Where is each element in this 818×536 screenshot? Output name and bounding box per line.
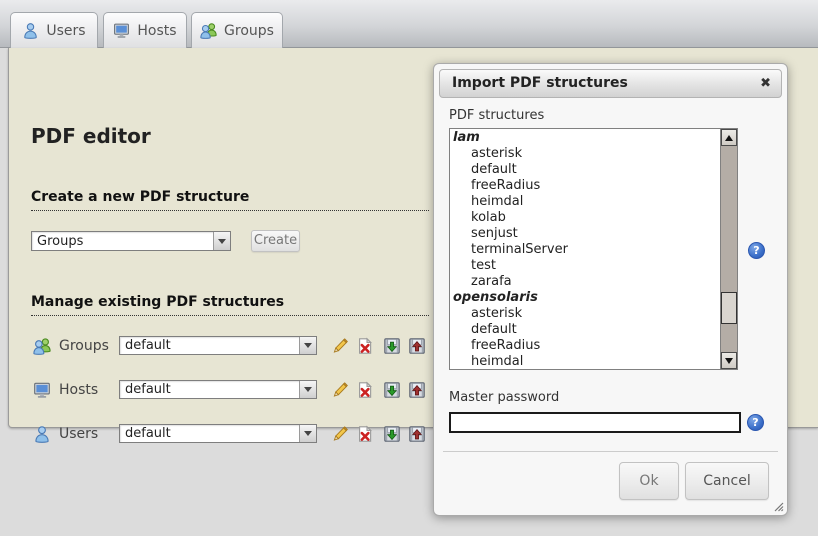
group-icon [200,22,217,39]
page-title: PDF editor [31,124,151,148]
list-item[interactable]: heimdal [450,354,720,370]
export-icon[interactable] [383,425,401,443]
tab-hosts-label: Hosts [137,23,176,39]
host-icon [33,381,51,399]
hosts-structure-value: default [120,382,171,397]
ok-button[interactable]: Ok [619,462,679,500]
chevron-down-icon [299,425,316,442]
pdf-structures-label: PDF structures [449,108,544,123]
list-item[interactable]: default [450,162,720,178]
triangle-up-icon [725,135,733,141]
list-item[interactable]: asterisk [450,306,720,322]
scroll-up-button[interactable] [721,129,737,146]
list-item[interactable]: terminalServer [450,242,720,258]
edit-icon[interactable] [331,425,349,443]
tab-bar: Users Hosts Groups [0,0,818,48]
list-item[interactable]: default [450,322,720,338]
user-icon [33,425,51,443]
delete-icon[interactable] [356,337,374,355]
manage-section-heading: Manage existing PDF structures [31,294,429,316]
list-item[interactable]: heimdal [450,194,720,210]
new-structure-type-select[interactable]: Groups [31,231,231,251]
users-structure-select[interactable]: default [119,424,317,443]
chevron-down-icon [299,381,316,398]
dialog-title: Import PDF structures [452,70,628,97]
delete-icon[interactable] [356,381,374,399]
pdf-structures-list: lam asterisk default freeRadius heimdal … [450,130,720,370]
tab-hosts[interactable]: Hosts [103,12,187,48]
list-item[interactable]: asterisk [450,146,720,162]
row-hosts-label: Hosts [59,382,98,398]
host-icon [113,22,130,39]
triangle-down-icon [725,358,733,364]
edit-icon[interactable] [331,337,349,355]
hosts-structure-select[interactable]: default [119,380,317,399]
groups-structure-value: default [120,338,171,353]
resize-handle-icon[interactable] [771,499,784,512]
list-item[interactable]: zarafa [450,274,720,290]
create-section-heading: Create a new PDF structure [31,189,429,211]
user-icon [22,22,39,39]
group-icon [33,337,51,355]
list-item[interactable]: kolab [450,210,720,226]
tab-groups[interactable]: Groups [191,12,283,48]
tab-groups-label: Groups [224,23,274,39]
export-icon[interactable] [383,381,401,399]
chevron-down-icon [213,232,230,250]
tab-users[interactable]: Users [10,12,98,48]
button-divider [443,451,778,452]
import-pdf-structures-dialog: Import PDF structures ✖ PDF structures l… [433,63,788,516]
list-item[interactable]: opensolaris [450,290,720,306]
master-password-label: Master password [449,390,559,405]
import-icon[interactable] [408,337,426,355]
groups-structure-select[interactable]: default [119,336,317,355]
pdf-structures-listbox[interactable]: lam asterisk default freeRadius heimdal … [449,128,738,370]
chevron-down-icon [299,337,316,354]
new-structure-type-value: Groups [32,234,83,249]
import-icon[interactable] [408,381,426,399]
import-icon[interactable] [408,425,426,443]
dialog-titlebar[interactable]: Import PDF structures ✖ [439,69,782,98]
export-icon[interactable] [383,337,401,355]
row-groups-label: Groups [59,338,109,354]
tab-users-label: Users [46,23,85,39]
scroll-down-button[interactable] [721,352,737,369]
list-item[interactable]: freeRadius [450,178,720,194]
cancel-button[interactable]: Cancel [685,462,769,500]
close-icon[interactable]: ✖ [760,70,771,97]
help-icon[interactable]: ? [747,414,764,431]
master-password-input[interactable] [449,412,741,433]
scrollbar-thumb[interactable] [721,292,737,324]
delete-icon[interactable] [356,425,374,443]
list-item[interactable]: test [450,258,720,274]
list-item[interactable]: senjust [450,226,720,242]
help-icon[interactable]: ? [748,242,765,259]
edit-icon[interactable] [331,381,349,399]
list-item[interactable]: freeRadius [450,338,720,354]
row-users-label: Users [59,426,98,442]
list-item[interactable]: lam [450,130,720,146]
vertical-scrollbar[interactable] [720,129,737,369]
create-button[interactable]: Create [251,230,300,252]
users-structure-value: default [120,426,171,441]
